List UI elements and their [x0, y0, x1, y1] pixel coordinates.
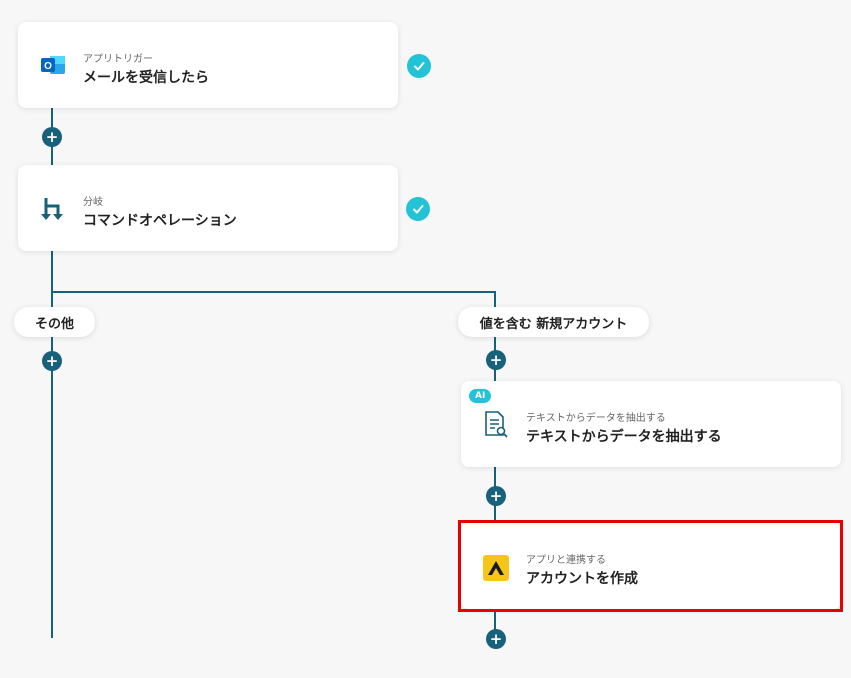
- branch-icon: [40, 196, 66, 226]
- trigger-complete-check-icon: [407, 54, 431, 78]
- outlook-icon: O: [40, 53, 66, 81]
- extract-category: テキストからデータを抽出する: [526, 413, 666, 424]
- branch-title: コマンドオペレーション: [83, 213, 237, 229]
- add-step-button-match[interactable]: +: [486, 350, 506, 370]
- add-step-button[interactable]: +: [486, 486, 506, 506]
- svg-text:O: O: [44, 61, 52, 72]
- document-search-icon: [483, 410, 509, 442]
- trigger-category: アプリトリガー: [83, 54, 153, 65]
- selection-highlight: [458, 520, 843, 612]
- extract-card[interactable]: テキストからデータを抽出する テキストからデータを抽出する: [461, 381, 841, 467]
- branch-card[interactable]: 分岐 コマンドオペレーション: [18, 165, 398, 251]
- branch-category: 分岐: [83, 197, 103, 208]
- ai-badge: AI: [469, 389, 492, 403]
- add-step-button-other[interactable]: +: [42, 351, 62, 371]
- extract-title: テキストからデータを抽出する: [526, 429, 722, 445]
- branch-label-other[interactable]: その他: [14, 307, 95, 337]
- connector-horizontal: [51, 291, 496, 293]
- branch-complete-check-icon: [406, 197, 430, 221]
- trigger-title: メールを受信したら: [83, 70, 209, 86]
- branch-label-match[interactable]: 値を含む 新規アカウント: [458, 307, 649, 337]
- add-step-button[interactable]: +: [42, 127, 62, 147]
- add-step-button[interactable]: +: [486, 629, 506, 649]
- trigger-card[interactable]: O アプリトリガー メールを受信したら: [18, 22, 398, 108]
